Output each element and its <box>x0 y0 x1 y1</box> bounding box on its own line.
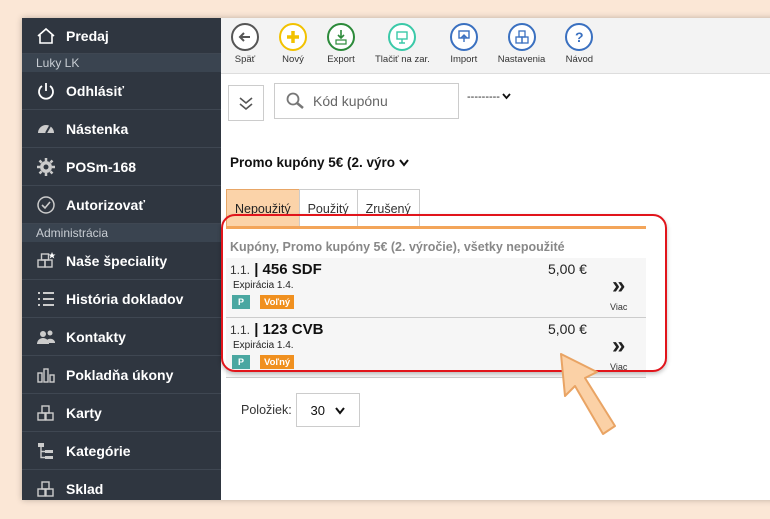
filter-select[interactable]: --------- <box>467 91 511 103</box>
plus-icon <box>279 23 307 51</box>
search-icon <box>286 92 304 109</box>
home-icon <box>35 25 57 47</box>
items-per-page-select[interactable]: 30 <box>295 393 360 427</box>
power-icon <box>35 80 57 102</box>
import-button[interactable]: Import <box>449 23 478 65</box>
back-arrow-icon <box>231 23 259 51</box>
sidebar-item-kategorie[interactable]: Kategórie <box>22 432 221 470</box>
help-button[interactable]: ? Návod <box>565 23 594 65</box>
pointer-arrow-icon <box>560 353 616 435</box>
chevron-down-icon <box>502 91 511 103</box>
coupon-code-input[interactable] <box>313 93 443 109</box>
import-icon <box>449 23 478 51</box>
items-per-page: Položiek: 30 <box>241 393 360 427</box>
sidebar-item-label: Naše špeciality <box>66 252 168 269</box>
sidebar-item-pokladna[interactable]: Pokladňa úkony <box>22 356 221 394</box>
sidebar-item-sklad[interactable]: Sklad <box>22 470 221 500</box>
sidebar-item-predaj[interactable]: Predaj <box>22 18 221 54</box>
sidebar: Predaj Luky LK Odhlásiť Nástenka POSm-16… <box>22 18 221 500</box>
sidebar-item-label: POSm-168 <box>66 158 137 175</box>
new-button[interactable]: Nový <box>279 23 307 65</box>
promo-select-value: Promo kupóny 5€ (2. výro <box>230 155 396 170</box>
promo-select[interactable]: Promo kupóny 5€ (2. výro <box>230 155 409 170</box>
star-boxes-icon <box>35 250 57 272</box>
sidebar-item-label: Odhlásiť <box>66 82 125 99</box>
sidebar-item-label: Predaj <box>66 27 109 44</box>
sidebar-item-label: Autorizovať <box>66 196 146 213</box>
sidebar-item-label: Sklad <box>66 480 104 497</box>
sidebar-item-history[interactable]: História dokladov <box>22 280 221 318</box>
print-device-icon <box>388 23 417 51</box>
gear-icon <box>35 156 57 178</box>
toolbar: Späť Nový Export Tlačiť na zar. Import N… <box>221 18 770 74</box>
list-icon <box>35 288 57 310</box>
sidebar-item-odhlasit[interactable]: Odhlásiť <box>22 72 221 110</box>
boxes-icon <box>35 402 57 424</box>
export-button[interactable]: Export <box>327 23 355 65</box>
sidebar-item-label: Pokladňa úkony <box>66 366 174 383</box>
tree-icon <box>35 440 57 462</box>
sidebar-item-label: Karty <box>66 404 102 421</box>
sidebar-item-label: Kontakty <box>66 328 126 345</box>
help-icon: ? <box>565 23 594 51</box>
users-icon <box>35 326 57 348</box>
boxes-icon <box>35 478 57 500</box>
chevron-down-icon <box>399 155 409 170</box>
settings-boxes-icon <box>507 23 536 51</box>
dashboard-icon <box>35 118 57 140</box>
items-per-page-label: Položiek: <box>241 403 292 417</box>
back-button[interactable]: Späť <box>231 23 259 65</box>
print-device-button[interactable]: Tlačiť na zar. <box>375 23 430 65</box>
highlight-frame <box>221 214 667 372</box>
coupon-search[interactable] <box>274 83 459 119</box>
sidebar-item-label: História dokladov <box>66 290 184 307</box>
settings-button[interactable]: Nastavenia <box>498 23 545 65</box>
sidebar-item-autorizovat[interactable]: Autorizovať <box>22 186 221 224</box>
sidebar-section-user: Luky LK <box>22 54 221 72</box>
bar-chart-icon <box>35 364 57 386</box>
sidebar-item-posm[interactable]: POSm-168 <box>22 148 221 186</box>
check-circle-icon <box>35 194 57 216</box>
filter-select-value: --------- <box>467 91 500 103</box>
chevron-double-down-icon <box>239 97 253 111</box>
sidebar-item-karty[interactable]: Karty <box>22 394 221 432</box>
sidebar-item-label: Kategórie <box>66 442 131 459</box>
chevron-down-icon <box>335 403 345 418</box>
export-xml-icon <box>327 23 355 51</box>
sidebar-section-admin: Administrácia <box>22 224 221 242</box>
sidebar-item-nastenka[interactable]: Nástenka <box>22 110 221 148</box>
expand-filters-button[interactable] <box>228 85 264 121</box>
sidebar-item-label: Nástenka <box>66 120 129 137</box>
sidebar-item-contacts[interactable]: Kontakty <box>22 318 221 356</box>
sidebar-item-specialities[interactable]: Naše špeciality <box>22 242 221 280</box>
